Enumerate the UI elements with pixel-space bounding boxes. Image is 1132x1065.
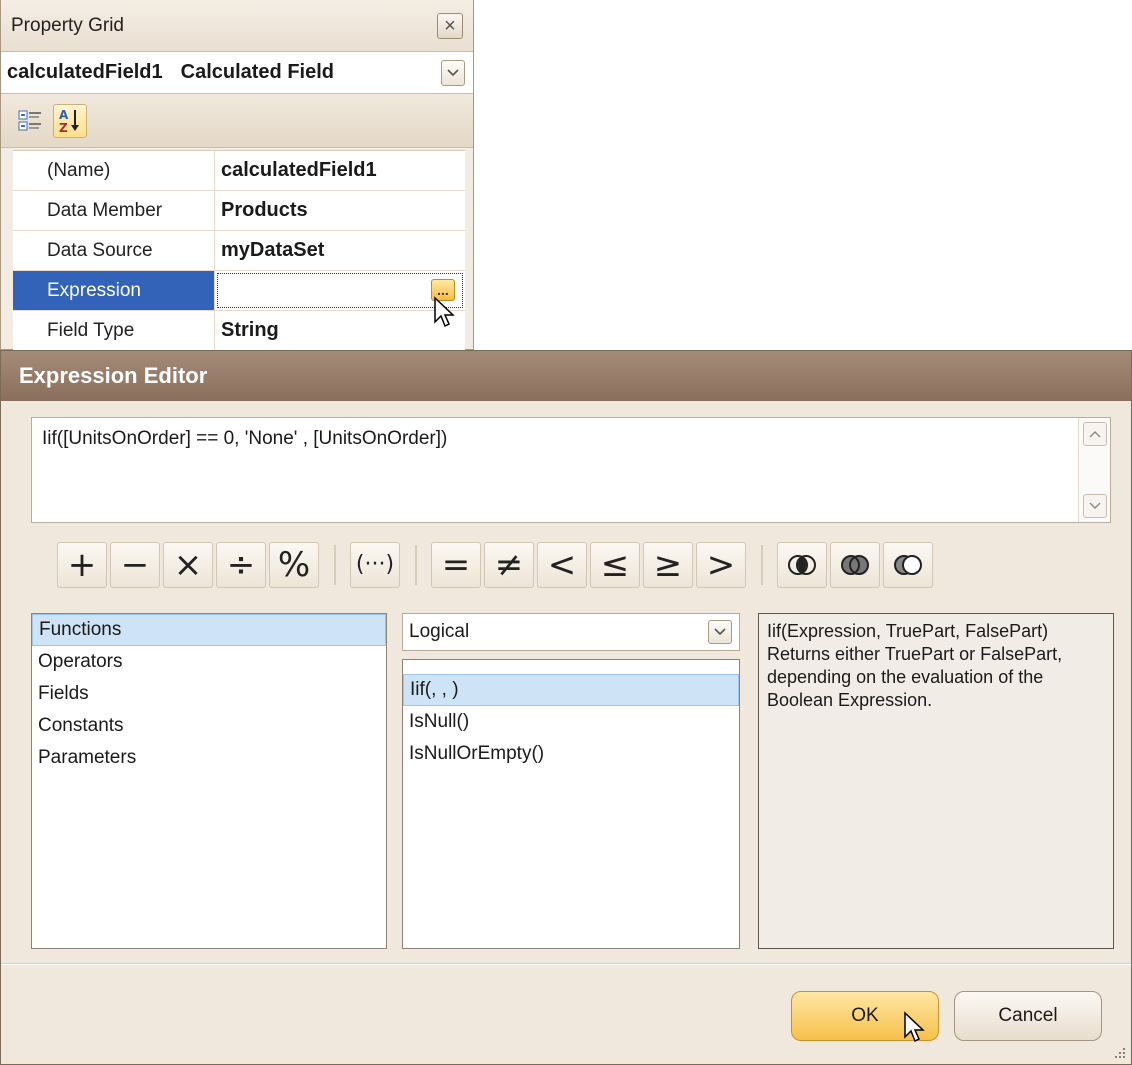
property-grid-title: Property Grid (11, 14, 124, 36)
svg-text:A: A (59, 108, 69, 122)
property-grid-panel: Property Grid × calculatedField1 Calcula… (0, 0, 474, 351)
not-button[interactable] (883, 542, 933, 588)
object-selector[interactable]: calculatedField1 Calculated Field (1, 52, 473, 94)
property-key: (Name) (13, 151, 215, 190)
property-value[interactable]: String (215, 311, 465, 350)
logical-not-icon (894, 555, 922, 575)
close-icon: × (444, 14, 456, 37)
logical-and-icon (788, 555, 816, 575)
object-selector-dropdown-button[interactable] (441, 59, 465, 86)
and-button[interactable] (777, 542, 827, 588)
expression-ellipsis-button[interactable]: ... (431, 279, 455, 301)
property-row-data-member[interactable]: Data Member Products (13, 191, 465, 231)
selected-object-type: Calculated Field (180, 61, 334, 83)
greater-than-button[interactable]: > (696, 542, 746, 588)
categorized-icon (18, 110, 41, 130)
function-item-iif[interactable]: Iif(, , ) (403, 674, 739, 706)
category-item-constants[interactable]: Constants (32, 710, 386, 742)
function-list: Iif(, , ) IsNull() IsNullOrEmpty() (402, 659, 740, 949)
equals-button[interactable]: = (431, 542, 481, 588)
property-key: Field Type (13, 311, 215, 350)
operator-toolbar: + − × ÷ % (···) = ≠ < ≤ ≥ > (57, 540, 936, 590)
category-list: Functions Operators Fields Constants Par… (31, 613, 387, 949)
expression-text: Iif([UnitsOnOrder] == 0, 'None' , [Units… (42, 428, 448, 449)
expression-scrollbar[interactable] (1078, 418, 1110, 522)
property-row-name[interactable]: (Name) calculatedField1 (13, 151, 465, 191)
category-item-parameters[interactable]: Parameters (32, 742, 386, 774)
property-value[interactable]: Products (215, 191, 465, 230)
function-group-select[interactable]: Logical (402, 613, 740, 651)
toolbar-separator (334, 545, 336, 585)
dialog-separator (1, 963, 1131, 965)
chevron-up-icon (1089, 431, 1101, 438)
function-description: Iif(Expression, TruePart, FalsePart) Ret… (758, 613, 1114, 949)
property-key: Data Source (13, 231, 215, 270)
scroll-up-button[interactable] (1083, 422, 1107, 446)
resize-grip-icon[interactable] (1113, 1046, 1127, 1060)
property-key: Data Member (13, 191, 215, 230)
cancel-button[interactable]: Cancel (954, 991, 1102, 1041)
expression-editor-title: Expression Editor (1, 351, 1131, 401)
category-item-fields[interactable]: Fields (32, 678, 386, 710)
property-row-data-source[interactable]: Data Source myDataSet (13, 231, 465, 271)
toolbar-separator (415, 545, 417, 585)
function-group-value: Logical (409, 621, 470, 642)
or-button[interactable] (830, 542, 880, 588)
not-equals-button[interactable]: ≠ (484, 542, 534, 588)
sort-alphabetical-icon: A Z (59, 108, 79, 135)
parentheses-button[interactable]: (···) (350, 542, 400, 588)
svg-text:Z: Z (59, 121, 68, 135)
property-value[interactable]: calculatedField1 (215, 151, 465, 190)
chevron-down-icon (447, 68, 459, 76)
function-item-isnullorempty[interactable]: IsNullOrEmpty() (403, 738, 739, 770)
category-item-operators[interactable]: Operators (32, 646, 386, 678)
function-item-isnull[interactable]: IsNull() (403, 706, 739, 738)
plus-button[interactable]: + (57, 542, 107, 588)
categorized-view-button[interactable] (13, 104, 47, 138)
function-group-dropdown-button[interactable] (708, 620, 732, 644)
category-item-functions[interactable]: Functions (32, 614, 386, 646)
chevron-down-icon (1089, 502, 1101, 509)
property-grid-toolbar: A Z (1, 94, 473, 148)
chevron-down-icon (714, 628, 726, 636)
selected-object-name: calculatedField1 (7, 61, 163, 83)
divide-button[interactable]: ÷ (216, 542, 266, 588)
expression-input[interactable]: Iif([UnitsOnOrder] == 0, 'None' , [Units… (31, 417, 1111, 523)
property-value-expression[interactable]: ... (215, 271, 465, 310)
multiply-button[interactable]: × (163, 542, 213, 588)
property-row-expression[interactable]: Expression ... (13, 271, 465, 311)
property-grid-titlebar: Property Grid × (1, 0, 473, 52)
greater-or-equal-button[interactable]: ≥ (643, 542, 693, 588)
close-button[interactable]: × (437, 12, 463, 39)
property-row-field-type[interactable]: Field Type String (13, 311, 465, 351)
modulo-button[interactable]: % (269, 542, 319, 588)
ok-button[interactable]: OK (791, 991, 939, 1041)
logical-or-icon (841, 555, 869, 575)
less-than-button[interactable]: < (537, 542, 587, 588)
property-table: (Name) calculatedField1 Data Member Prod… (13, 150, 465, 351)
scroll-down-button[interactable] (1083, 494, 1107, 518)
property-key: Expression (13, 271, 215, 310)
less-or-equal-button[interactable]: ≤ (590, 542, 640, 588)
property-value[interactable]: myDataSet (215, 231, 465, 270)
minus-button[interactable]: − (110, 542, 160, 588)
expression-editor-dialog: Expression Editor Iif([UnitsOnOrder] == … (0, 350, 1132, 1065)
toolbar-separator (761, 545, 763, 585)
alphabetical-view-button[interactable]: A Z (53, 103, 87, 138)
